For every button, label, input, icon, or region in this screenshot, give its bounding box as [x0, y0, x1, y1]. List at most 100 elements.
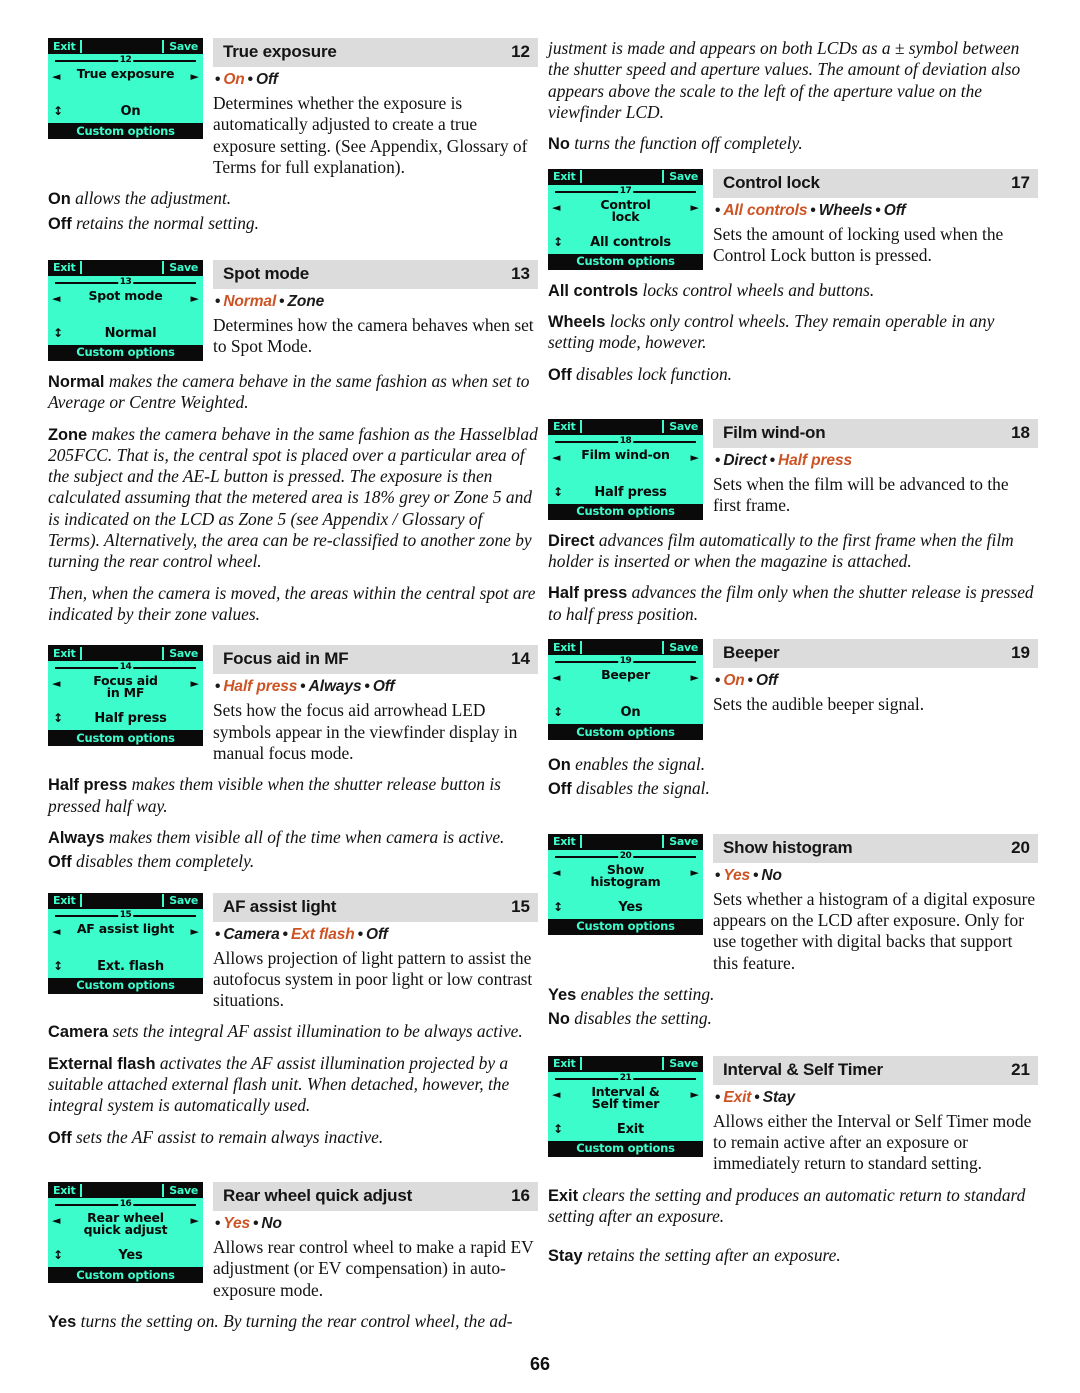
- lcd-exit-label[interactable]: Exit: [50, 261, 79, 275]
- setting-body: Show histogram 20 • Yes • No Sets whethe…: [713, 833, 1038, 974]
- lcd-exit-label[interactable]: Exit: [50, 1183, 79, 1197]
- setting-header-number: 20: [1011, 837, 1030, 857]
- lcd-updown-arrow-icon[interactable]: ↕: [53, 712, 63, 724]
- lcd-exit-label[interactable]: Exit: [50, 646, 79, 660]
- lcd-right-arrow-icon[interactable]: ►: [691, 672, 699, 683]
- lcd-right-arrow-icon[interactable]: ►: [191, 1215, 199, 1226]
- option-stay[interactable]: Stay: [763, 1089, 795, 1106]
- lcd-top-bar: Exit Save: [548, 833, 703, 850]
- lcd-updown-arrow-icon[interactable]: ↕: [53, 960, 63, 972]
- setting-entry-interval-self-timer: Exit Save 21 ◄ ► Interval & Self timer ↕…: [548, 1055, 1038, 1175]
- option-off[interactable]: Off: [884, 202, 906, 219]
- option-ext-flash[interactable]: Ext flash: [291, 926, 355, 943]
- lcd-save-label[interactable]: Save: [166, 261, 201, 275]
- setting-header-title: Rear wheel quick adjust: [223, 1186, 413, 1205]
- option-no[interactable]: No: [261, 1215, 282, 1232]
- lcd-top-bar: Exit Save: [48, 1182, 203, 1198]
- option-wheels[interactable]: Wheels: [819, 202, 873, 219]
- option-half-press[interactable]: Half press: [778, 452, 852, 469]
- lcd-updown-arrow-icon[interactable]: ↕: [553, 706, 563, 718]
- lcd-save-label[interactable]: Save: [166, 894, 201, 907]
- paragraph-term: On: [48, 190, 71, 209]
- lcd-save-label[interactable]: Save: [666, 640, 701, 654]
- option-bullet: •: [244, 71, 257, 88]
- lcd-right-arrow-icon[interactable]: ►: [691, 202, 699, 213]
- option-camera[interactable]: Camera: [223, 926, 279, 943]
- option-off[interactable]: Off: [256, 71, 278, 88]
- lcd-right-arrow-icon[interactable]: ►: [191, 926, 199, 937]
- option-zone[interactable]: Zone: [288, 293, 325, 310]
- lcd-left-arrow-icon[interactable]: ◄: [52, 678, 60, 689]
- lcd-left-arrow-icon[interactable]: ◄: [552, 452, 560, 463]
- option-half-press[interactable]: Half press: [223, 678, 297, 695]
- lcd-exit-label[interactable]: Exit: [550, 1057, 579, 1071]
- option-off[interactable]: Off: [756, 672, 778, 689]
- lcd-left-arrow-icon[interactable]: ◄: [552, 1089, 560, 1100]
- lcd-updown-arrow-icon[interactable]: ↕: [53, 105, 63, 117]
- option-yes[interactable]: Yes: [723, 867, 750, 884]
- lcd-updown-arrow-icon[interactable]: ↕: [553, 1123, 563, 1135]
- lcd-right-arrow-icon[interactable]: ►: [191, 293, 199, 304]
- lcd-save-label[interactable]: Save: [666, 420, 701, 434]
- lcd-save-label[interactable]: Save: [166, 646, 201, 660]
- lcd-updown-arrow-icon[interactable]: ↕: [53, 327, 63, 339]
- lcd-right-arrow-icon[interactable]: ►: [691, 1089, 699, 1100]
- lcd-exit-label[interactable]: Exit: [550, 170, 579, 184]
- setting-options-list: • Exit • Stay: [715, 1089, 1038, 1107]
- option-normal[interactable]: Normal: [223, 293, 276, 310]
- lcd-updown-arrow-icon[interactable]: ↕: [553, 236, 563, 248]
- lcd-exit-label[interactable]: Exit: [550, 835, 579, 849]
- lcd-left-arrow-icon[interactable]: ◄: [552, 672, 560, 683]
- lcd-save-label[interactable]: Save: [166, 39, 201, 53]
- paragraph-af-off: Off sets the AF assist to remain always …: [48, 1127, 538, 1148]
- lcd-save-label[interactable]: Save: [166, 1183, 201, 1197]
- lcd-left-arrow-icon[interactable]: ◄: [52, 71, 60, 82]
- lcd-bar-gap: [80, 39, 165, 53]
- lcd-updown-arrow-icon[interactable]: ↕: [553, 901, 563, 913]
- paragraph-term: No: [548, 135, 570, 154]
- lcd-right-arrow-icon[interactable]: ►: [191, 71, 199, 82]
- lcd-right-arrow-icon[interactable]: ►: [191, 678, 199, 689]
- lcd-setting-title: Rear wheel quick adjust: [83, 1210, 168, 1237]
- lcd-screen-18: Exit Save 18 ◄ ► Film wind-on ↕ Half pre…: [548, 418, 703, 520]
- option-off[interactable]: Off: [373, 678, 395, 695]
- lcd-exit-label[interactable]: Exit: [550, 420, 579, 434]
- setting-header-title: Interval & Self Timer: [723, 1059, 883, 1079]
- option-no[interactable]: No: [761, 867, 782, 884]
- lcd-setting-title: Show histogram: [590, 861, 661, 889]
- lcd-save-label[interactable]: Save: [666, 170, 701, 184]
- lcd-save-label[interactable]: Save: [666, 1057, 701, 1071]
- paragraph-term: Direct: [548, 531, 595, 550]
- lcd-exit-label[interactable]: Exit: [50, 894, 79, 907]
- lcd-left-arrow-icon[interactable]: ◄: [552, 202, 560, 213]
- lcd-exit-label[interactable]: Exit: [50, 39, 79, 53]
- lcd-save-label[interactable]: Save: [666, 835, 701, 849]
- lcd-left-arrow-icon[interactable]: ◄: [552, 867, 560, 878]
- lcd-exit-label[interactable]: Exit: [550, 640, 579, 654]
- lcd-updown-arrow-icon[interactable]: ↕: [553, 486, 563, 498]
- lcd-left-arrow-icon[interactable]: ◄: [52, 293, 60, 304]
- lcd-right-arrow-icon[interactable]: ►: [691, 867, 699, 878]
- lcd-left-arrow-icon[interactable]: ◄: [52, 1215, 60, 1226]
- option-always[interactable]: Always: [309, 678, 362, 695]
- lcd-updown-arrow-icon[interactable]: ↕: [53, 1249, 63, 1261]
- lcd-setting-value: Normal: [104, 325, 157, 341]
- paragraph-timer-exit: Exit clears the setting and produces an …: [548, 1185, 1038, 1228]
- option-on[interactable]: On: [223, 71, 244, 88]
- lcd-screen-20: Exit Save 20 ◄ ► Show histogram ↕ Yes Cu…: [548, 833, 703, 935]
- paragraph-continuation-lead: justment is made and appears on both LCD…: [548, 38, 1021, 122]
- lcd-right-arrow-icon[interactable]: ►: [691, 452, 699, 463]
- option-exit[interactable]: Exit: [723, 1089, 751, 1106]
- lcd-setting-value: Half press: [94, 711, 167, 727]
- option-direct[interactable]: Direct: [723, 452, 766, 469]
- paragraph-text: allows the adjustment.: [70, 188, 232, 209]
- lcd-left-arrow-icon[interactable]: ◄: [52, 926, 60, 937]
- option-off[interactable]: Off: [366, 926, 388, 943]
- setting-entry-show-histogram: Exit Save 20 ◄ ► Show histogram ↕ Yes Cu…: [548, 833, 1038, 974]
- paragraph-text: disables lock function.: [571, 363, 733, 384]
- option-on[interactable]: On: [723, 672, 744, 689]
- option-yes[interactable]: Yes: [223, 1215, 250, 1232]
- option-all-controls[interactable]: All controls: [723, 202, 807, 219]
- lcd-footer-label: Custom options: [548, 1140, 703, 1157]
- lcd-top-bar: Exit Save: [48, 892, 203, 909]
